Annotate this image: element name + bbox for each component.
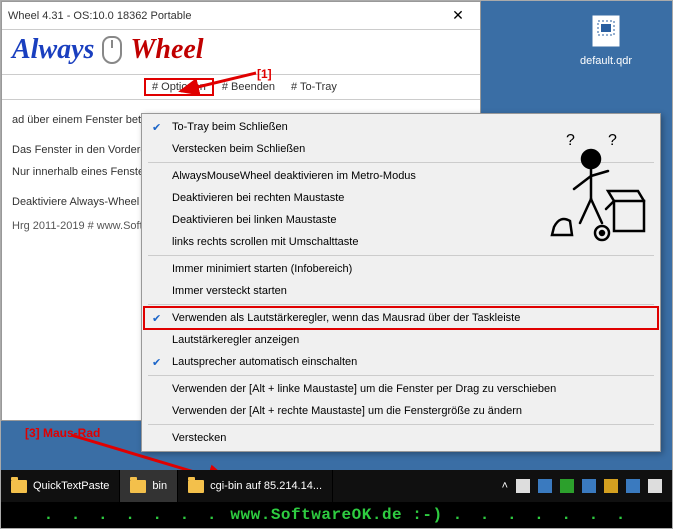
menu-item[interactable]: Verstecken [144, 427, 658, 449]
desktop-icon-label: default.qdr [571, 55, 641, 67]
taskbar-button-label: QuickTextPaste [33, 480, 109, 492]
menu-item[interactable]: Deaktivieren bei linken Maustaste [144, 209, 658, 231]
desktop-icon-default-qdr[interactable]: default.qdr [571, 11, 641, 67]
tray-icon[interactable] [604, 479, 618, 493]
tray-icon[interactable] [516, 479, 530, 493]
titlebar[interactable]: Wheel 4.31 - OS:10.0 18362 Portable ✕ [2, 2, 480, 30]
brand-header: Always Wheel [2, 30, 480, 74]
menu-separator [148, 162, 654, 163]
menu-item[interactable]: links rechts scrollen mit Umschalttaste [144, 231, 658, 253]
folder-icon [188, 480, 204, 493]
tray-icon[interactable] [538, 479, 552, 493]
tray-icon[interactable] [648, 479, 662, 493]
menu-item[interactable]: Verwenden der [Alt + rechte Maustaste] u… [144, 400, 658, 422]
menu-item[interactable]: Immer minimiert starten (Infobereich) [144, 258, 658, 280]
file-icon [586, 11, 626, 51]
arrow-to-options [171, 69, 261, 99]
close-button[interactable]: ✕ [438, 3, 478, 29]
options-dropdown: To-Tray beim SchließenVerstecken beim Sc… [141, 113, 661, 452]
taskbar-button[interactable]: cgi-bin auf 85.214.14... [178, 470, 333, 502]
folder-icon [11, 480, 27, 493]
menu-item[interactable]: To-Tray beim Schließen [144, 116, 658, 138]
watermark-text: www.SoftwareOK.de :-) [230, 506, 442, 524]
window-title: Wheel 4.31 - OS:10.0 18362 Portable [8, 10, 191, 22]
menu-item[interactable]: Deaktivieren bei rechten Maustaste [144, 187, 658, 209]
desktop-background: default.qdr Wheel 4.31 - OS:10.0 18362 P… [0, 0, 673, 529]
menu-item[interactable]: Verwenden als Lautstärkeregler, wenn das… [144, 307, 658, 329]
taskbar-button-label: cgi-bin auf 85.214.14... [210, 480, 322, 492]
menu-item[interactable]: Verwenden der [Alt + linke Maustaste] um… [144, 378, 658, 400]
taskbar-button[interactable]: QuickTextPaste [1, 470, 120, 502]
menu-separator [148, 304, 654, 305]
tray-icon[interactable] [626, 479, 640, 493]
watermark-bar: . . . . . . . www.SoftwareOK.de :-) . . … [1, 502, 672, 528]
folder-icon [130, 480, 146, 493]
taskbar[interactable]: QuickTextPaste bin cgi-bin auf 85.214.14..… [1, 470, 672, 502]
menu-item[interactable]: AlwaysMouseWheel deaktivieren im Metro-M… [144, 165, 658, 187]
menu-item[interactable]: Lautstärkeregler anzeigen [144, 329, 658, 351]
brand-wheel-text: Wheel [130, 34, 203, 66]
tray-chevron-icon[interactable]: ˄ [502, 480, 508, 492]
tray-icon[interactable] [560, 479, 574, 493]
system-tray[interactable]: ˄ [492, 479, 672, 493]
menu-separator [148, 424, 654, 425]
menu-totray[interactable]: # To-Tray [283, 78, 345, 96]
menu-separator [148, 375, 654, 376]
menu-item[interactable]: Lautsprecher automatisch einschalten [144, 351, 658, 373]
menu-item[interactable]: Verstecken beim Schließen [144, 138, 658, 160]
watermark-dots: . . . . . . . [443, 506, 630, 524]
taskbar-button-label: bin [152, 480, 167, 492]
menu-item[interactable]: Immer versteckt starten [144, 280, 658, 302]
tray-icon[interactable] [582, 479, 596, 493]
menu-separator [148, 255, 654, 256]
watermark-dots: . . . . . . . [44, 506, 231, 524]
taskbar-button[interactable]: bin [120, 470, 178, 502]
mouse-icon [102, 36, 122, 64]
brand-always-text: Always [12, 34, 94, 66]
